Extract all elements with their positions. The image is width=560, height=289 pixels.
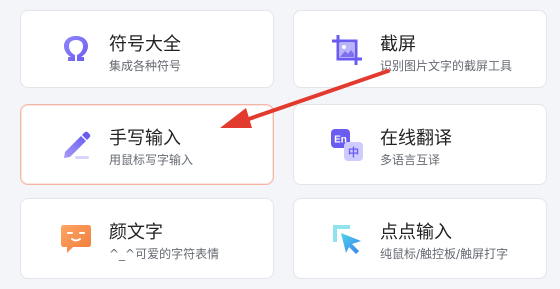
card-subtitle: 多语言互译 (380, 153, 441, 167)
translate-icon: En 中 (330, 128, 364, 162)
card-title: 点点输入 (380, 222, 452, 243)
card-handwriting[interactable]: 手写输入 用鼠标写字输入 (20, 104, 274, 185)
card-symbols[interactable]: 符号大全 集成各种符号 (20, 10, 274, 88)
card-title: 颜文字 (109, 222, 163, 243)
card-title: 手写输入 (109, 128, 181, 149)
omega-icon (59, 33, 93, 67)
card-dot-input[interactable]: 点点输入 纯鼠标/触控板/触屏打字 (293, 198, 547, 279)
cursor-click-icon (330, 222, 364, 256)
screenshot-crop-icon (330, 33, 364, 67)
card-subtitle: 识别图片文字的截屏工具 (380, 59, 513, 73)
translate-icon-zh-text: 中 (348, 145, 359, 159)
pencil-icon (59, 128, 93, 162)
card-subtitle: 纯鼠标/触控板/触屏打字 (380, 247, 509, 261)
card-emoticon[interactable]: 颜文字 ^_^可爱的字符表情 (20, 198, 274, 279)
card-translate[interactable]: En 中 在线翻译 多语言互译 (293, 104, 547, 185)
card-subtitle: ^_^可爱的字符表情 (109, 247, 220, 261)
card-subtitle: 集成各种符号 (109, 59, 182, 73)
card-screenshot[interactable]: 截屏 识别图片文字的截屏工具 (293, 10, 547, 88)
card-title: 截屏 (380, 34, 416, 55)
card-title: 在线翻译 (380, 128, 452, 149)
card-title: 符号大全 (109, 34, 181, 55)
emoticon-icon (59, 222, 93, 256)
card-subtitle: 用鼠标写字输入 (109, 153, 194, 167)
